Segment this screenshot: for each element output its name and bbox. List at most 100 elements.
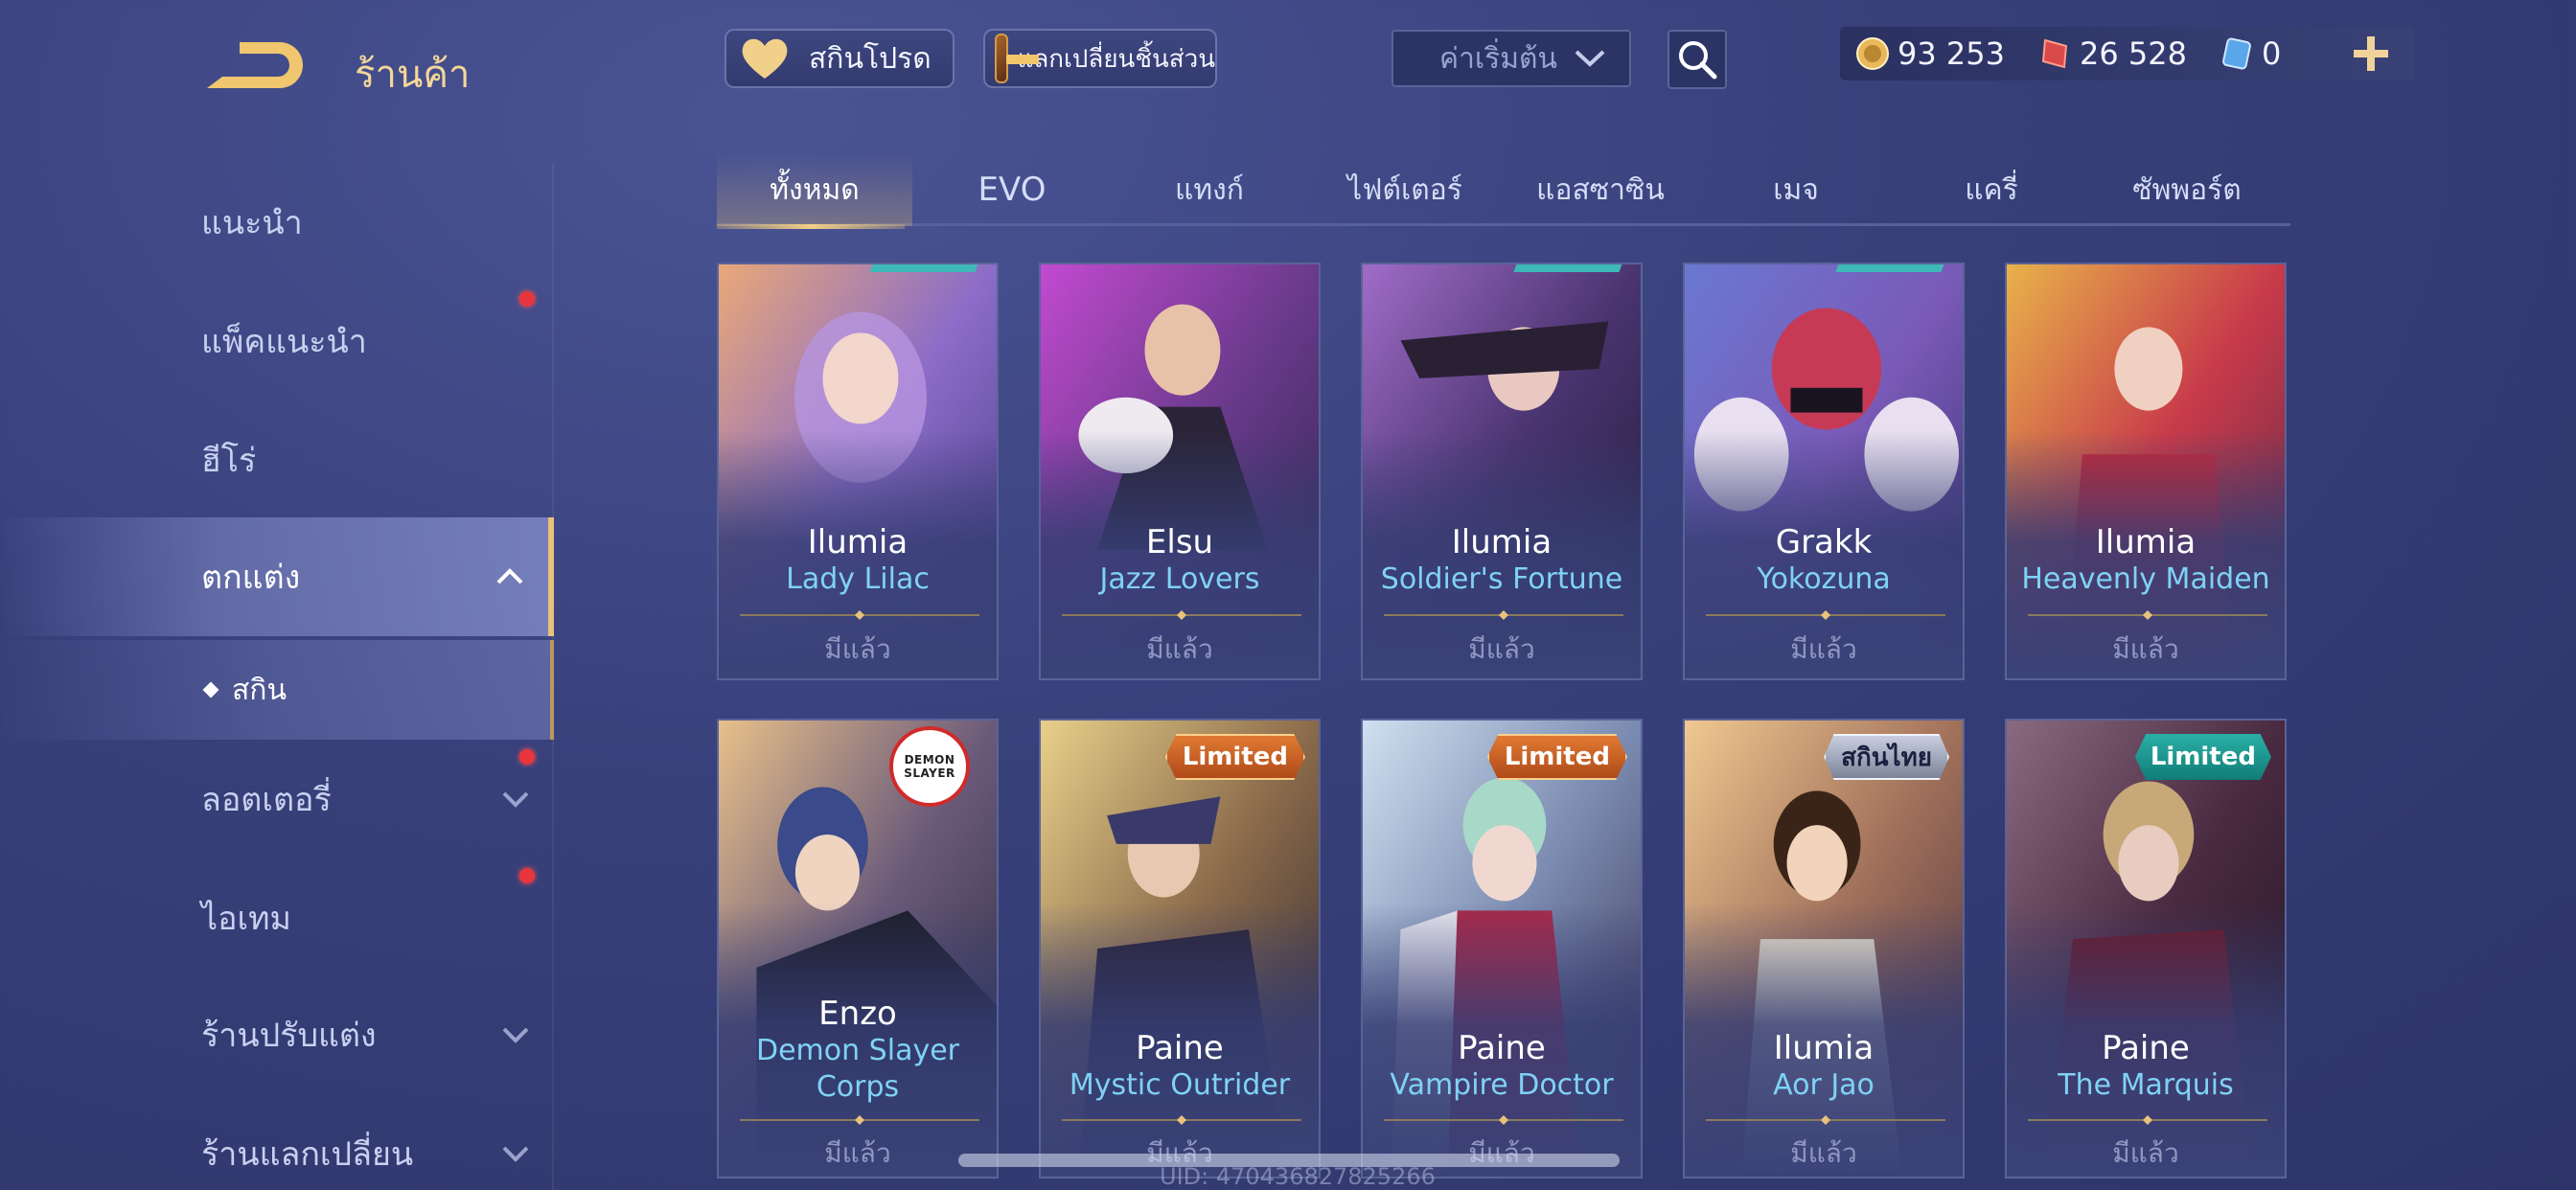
sidebar-subitem-label: สกิน xyxy=(232,673,287,707)
hero-name: Elsu xyxy=(1145,523,1214,561)
skin-card[interactable]: Ilumia Lady Lilac มีแล้ว xyxy=(717,263,999,680)
divider-ornament xyxy=(2028,610,2267,620)
sidebar-item-decoration[interactable]: ตกแต่ง xyxy=(0,517,554,636)
hero-name: Ilumia xyxy=(2095,523,2196,561)
limited-badge: Limited xyxy=(2134,734,2271,780)
sidebar-item-heroes[interactable]: ฮีโร่ xyxy=(0,414,554,506)
skin-card[interactable]: สกินไทย Ilumia Aor Jao มีแล้ว xyxy=(1683,719,1965,1179)
favorite-skins-label: สกินโปรด xyxy=(809,41,932,76)
home-indicator[interactable] xyxy=(958,1154,1620,1167)
limited-badge: Limited xyxy=(1486,734,1627,780)
add-currency-button[interactable] xyxy=(2348,31,2394,77)
owned-label: มีแล้ว xyxy=(824,633,891,665)
divider-ornament xyxy=(740,610,979,620)
search-button[interactable] xyxy=(1668,30,1727,89)
skin-name: Vampire Doctor xyxy=(1390,1068,1614,1102)
tab-mage[interactable]: เมจ xyxy=(1698,153,1894,226)
sidebar-item-label: ไอเทม xyxy=(201,900,291,938)
ticket-amount: 0 xyxy=(2261,35,2282,72)
heart-icon xyxy=(742,38,788,79)
thai-skin-badge: สกินไทย xyxy=(1824,734,1949,780)
skin-name: Lady Lilac xyxy=(786,562,930,596)
fragment-exchange-button[interactable]: แลกเปลี่ยนชิ้นส่วน xyxy=(983,29,1217,88)
owned-label: มีแล้ว xyxy=(1146,633,1213,665)
skin-card[interactable]: Limited Paine Vampire Doctor มีแล้ว xyxy=(1361,719,1643,1179)
sidebar-item-recommended[interactable]: แนะนำ xyxy=(0,176,554,268)
hero-name: Grakk xyxy=(1775,523,1873,561)
divider-ornament xyxy=(740,1115,979,1125)
divider-ornament xyxy=(1706,610,1945,620)
owned-label: มีแล้ว xyxy=(824,1137,891,1169)
hero-name: Ilumia xyxy=(807,523,908,561)
skin-card[interactable]: Limited Paine The Marquis มีแล้ว xyxy=(2005,719,2287,1179)
divider-ornament xyxy=(2028,1115,2267,1125)
owned-label: มีแล้ว xyxy=(1790,1137,1857,1169)
ticket-currency: 0 xyxy=(2220,35,2281,72)
owned-label: มีแล้ว xyxy=(1790,633,1857,665)
chevron-down-icon xyxy=(502,1027,529,1043)
skin-card[interactable]: DEMON SLAYER Enzo Demon Slayer Corps มีแ… xyxy=(717,719,999,1179)
sidebar-subitem-skins[interactable]: สกิน xyxy=(0,640,554,740)
sidebar-item-recommended-packs[interactable]: แพ็คแนะนำ xyxy=(0,291,554,387)
hero-name: Paine xyxy=(1136,1029,1224,1067)
skin-card[interactable]: Limited Paine Mystic Outrider มีแล้ว xyxy=(1039,719,1321,1179)
ticket-icon xyxy=(2222,37,2251,70)
voucher-amount: 26 528 xyxy=(2079,35,2187,72)
card-ribbon xyxy=(1835,264,1946,272)
owned-label: มีแล้ว xyxy=(2112,1137,2179,1169)
divider-ornament xyxy=(1384,1115,1623,1125)
skin-card[interactable]: Ilumia Heavenly Maiden มีแล้ว xyxy=(2005,263,2287,680)
demon-slayer-logo: DEMON SLAYER xyxy=(889,726,970,807)
voucher-icon xyxy=(2041,38,2068,69)
sidebar-item-label: ลอตเตอรี่ xyxy=(201,781,332,819)
sidebar-item-lottery[interactable]: ลอตเตอรี่ xyxy=(0,749,554,845)
skin-name: The Marquis xyxy=(2058,1068,2234,1102)
currency-bar: 93 253 26 528 0 xyxy=(1840,27,2415,80)
search-icon xyxy=(1679,41,1717,80)
hero-name: Paine xyxy=(2102,1029,2190,1067)
tab-assassin[interactable]: แอสซาซิน xyxy=(1503,153,1698,226)
gold-amount: 93 253 xyxy=(1898,35,2005,72)
owned-label: มีแล้ว xyxy=(2112,633,2179,665)
tab-support[interactable]: ซัพพอร์ต xyxy=(2089,153,2285,226)
favorite-skins-button[interactable]: สกินโปรด xyxy=(724,29,954,88)
skin-name: Aor Jao xyxy=(1773,1068,1874,1102)
tab-tank[interactable]: แทงก์ xyxy=(1112,153,1307,226)
collab-logo-text: DEMON SLAYER xyxy=(904,753,955,780)
owned-label: มีแล้ว xyxy=(1468,633,1535,665)
divider-ornament xyxy=(1062,610,1301,620)
chevron-down-icon xyxy=(502,1146,529,1162)
notification-dot xyxy=(519,291,535,307)
tab-fighter[interactable]: ไฟต์เตอร์ xyxy=(1307,153,1503,226)
sidebar-item-label: ร้านปรับแต่ง xyxy=(201,1017,377,1055)
fragment-exchange-label: แลกเปลี่ยนชิ้นส่วน xyxy=(1017,44,1215,74)
hero-name: Ilumia xyxy=(1773,1029,1874,1067)
sidebar-item-items[interactable]: ไอเทม xyxy=(0,868,554,964)
bullet-diamond-icon xyxy=(202,681,219,698)
chevron-down-icon xyxy=(502,791,529,808)
notification-dot xyxy=(519,868,535,883)
chevron-up-icon xyxy=(496,568,523,584)
skin-card[interactable]: Elsu Jazz Lovers มีแล้ว xyxy=(1039,263,1321,680)
skin-name: Mystic Outrider xyxy=(1069,1068,1291,1102)
limited-badge: Limited xyxy=(1164,734,1305,780)
sidebar-item-exchange-shop[interactable]: ร้านแลกเปลี่ยน xyxy=(0,1108,554,1190)
sidebar-item-custom-shop[interactable]: ร้านปรับแต่ง xyxy=(0,989,554,1081)
divider-ornament xyxy=(1706,1115,1945,1125)
skin-card[interactable]: Ilumia Soldier's Fortune มีแล้ว xyxy=(1361,263,1643,680)
sort-dropdown[interactable]: ค่าเริ่มต้น xyxy=(1392,30,1631,87)
tab-evo[interactable]: EVO xyxy=(914,153,1110,226)
skin-name: Jazz Lovers xyxy=(1099,562,1260,596)
chest-icon xyxy=(995,34,1038,83)
chevron-down-icon xyxy=(1575,50,1605,67)
hero-name: Enzo xyxy=(818,995,897,1033)
card-ribbon xyxy=(1513,264,1624,272)
skin-name: Heavenly Maiden xyxy=(2021,562,2270,596)
skin-card[interactable]: Grakk Yokozuna มีแล้ว xyxy=(1683,263,1965,680)
gold-coin-icon xyxy=(1856,37,1889,70)
skin-name: Yokozuna xyxy=(1757,562,1891,596)
voucher-currency: 26 528 xyxy=(2037,35,2187,72)
hero-name: Paine xyxy=(1458,1029,1546,1067)
tab-carry[interactable]: แครี่ xyxy=(1894,153,2089,226)
tab-all[interactable]: ทั้งหมด xyxy=(717,153,912,229)
